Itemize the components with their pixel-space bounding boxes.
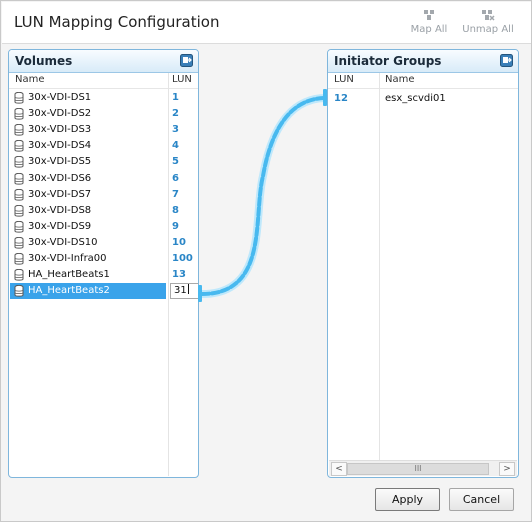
initiator-groups-panel-title: Initiator Groups: [334, 54, 442, 68]
initiator-groups-panel-header: Initiator Groups: [328, 50, 518, 73]
initiator-group-row[interactable]: 12 esx_scvdi01: [328, 91, 518, 107]
initiator-groups-export-icon[interactable]: [500, 54, 513, 67]
initiator-group-name: esx_scvdi01: [385, 93, 446, 104]
initiator-group-lun: 12: [334, 93, 348, 104]
scroll-thumb[interactable]: III: [347, 463, 489, 475]
scroll-right-button[interactable]: >: [499, 462, 515, 476]
source-connector-handle: [198, 285, 202, 302]
scroll-left-button[interactable]: <: [331, 462, 347, 476]
initiator-groups-panel: Initiator Groups LUN Name 12 esx_scvdi01 …: [327, 49, 519, 478]
lun-mapping-dialog: LUN Mapping Configuration Map All Unmap …: [0, 0, 532, 522]
initiator-groups-col-name[interactable]: Name: [385, 74, 415, 85]
initiator-groups-column-header: LUN Name: [328, 73, 518, 89]
initiator-groups-column-divider: [379, 73, 380, 460]
initiator-groups-col-lun[interactable]: LUN: [334, 74, 354, 85]
horizontal-scrollbar[interactable]: < III >: [329, 460, 517, 476]
cancel-button[interactable]: Cancel: [449, 488, 514, 511]
apply-button[interactable]: Apply: [375, 488, 440, 511]
